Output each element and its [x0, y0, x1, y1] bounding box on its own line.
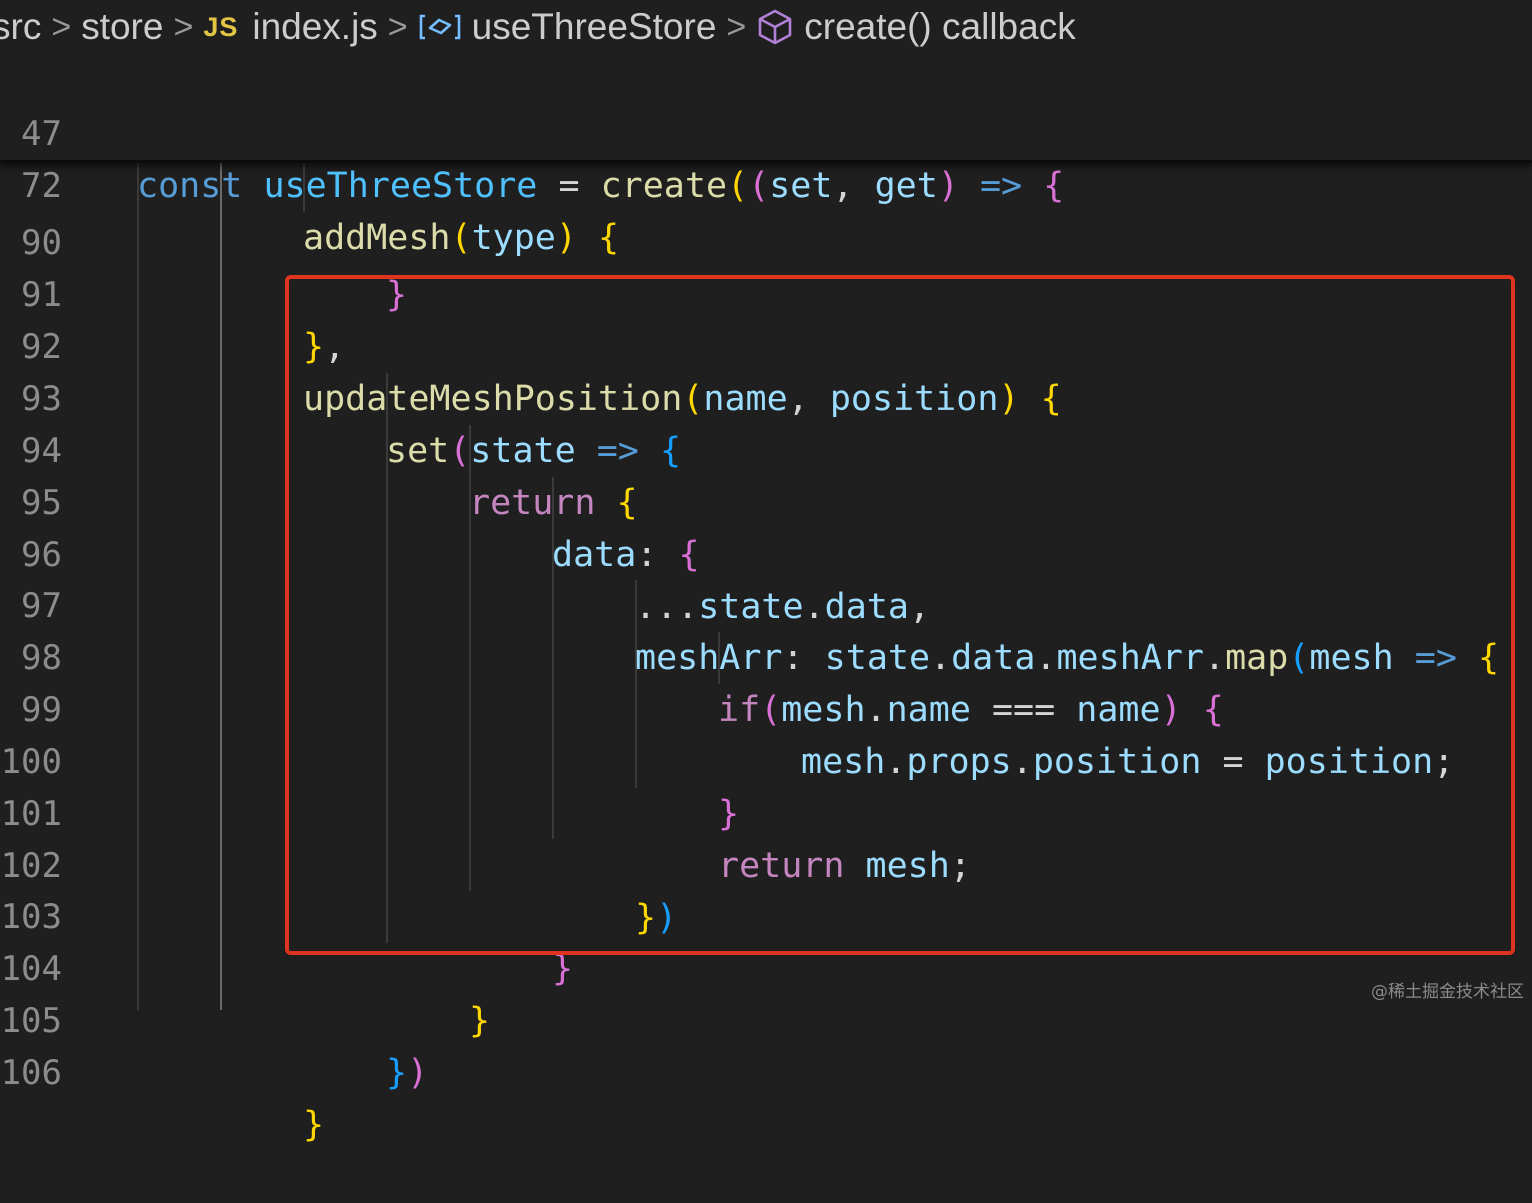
line-number: 106 [0, 1053, 62, 1093]
breadcrumb-item-symbol-method[interactable]: create() callback [756, 6, 1076, 48]
code-token: ( [727, 166, 749, 206]
code-row[interactable]: 106 } [0, 995, 1532, 1145]
breadcrumb-item-file[interactable]: JS index.js [203, 6, 377, 48]
code-token: = [537, 166, 601, 206]
code-line: }) [386, 1047, 428, 1099]
highlight-annotation-box [285, 275, 1515, 955]
code-token: type [471, 218, 556, 258]
chevron-right-icon: > [173, 7, 194, 46]
code-line: } [303, 1099, 324, 1151]
variable-symbol-icon [418, 12, 462, 42]
code-token: set [769, 166, 833, 206]
code-token: const [137, 166, 243, 206]
breadcrumb-item-symbol-variable[interactable]: useThreeStore [418, 6, 716, 48]
chevron-right-icon: > [726, 7, 747, 46]
code-line: const useThreeStore = create((set, get) … [137, 160, 1064, 212]
breadcrumb-item-src[interactable]: src [0, 6, 41, 48]
sticky-line[interactable]: 72 addMesh(type) { [0, 108, 1532, 258]
breadcrumb-item-store[interactable]: store [81, 6, 163, 48]
sticky-line[interactable]: 47 const useThreeStore = create((set, ge… [0, 56, 1532, 206]
method-cube-icon [756, 8, 794, 46]
chevron-right-icon: > [387, 7, 408, 46]
code-token: } [386, 1053, 408, 1093]
code-token: useThreeStore [263, 166, 538, 206]
sticky-scroll-header[interactable]: 47 const useThreeStore = create((set, ge… [0, 54, 1532, 258]
javascript-file-icon: JS [203, 11, 239, 42]
watermark: @稀土掘金技术社区 [1371, 982, 1524, 1002]
code-token: ) [555, 218, 577, 258]
code-token: addMesh [303, 218, 451, 258]
chevron-right-icon: > [51, 7, 72, 46]
code-token: { [1043, 166, 1065, 206]
code-token: create [600, 166, 728, 206]
code-token: ( [450, 218, 472, 258]
code-line: addMesh(type) { [303, 212, 619, 264]
code-token: ) [407, 1053, 429, 1093]
code-token: ( [748, 166, 770, 206]
code-row[interactable]: 91 }, [0, 217, 1532, 367]
code-token: } [303, 1105, 325, 1145]
line-number: 72 [21, 166, 62, 206]
code-token: get [874, 166, 938, 206]
breadcrumb: src > store > JS index.js > useThreeStor… [0, 0, 1532, 54]
code-token: ) [937, 166, 959, 206]
code-token: , [832, 166, 875, 206]
code-token: { [598, 218, 620, 258]
code-token: => [979, 166, 1023, 206]
